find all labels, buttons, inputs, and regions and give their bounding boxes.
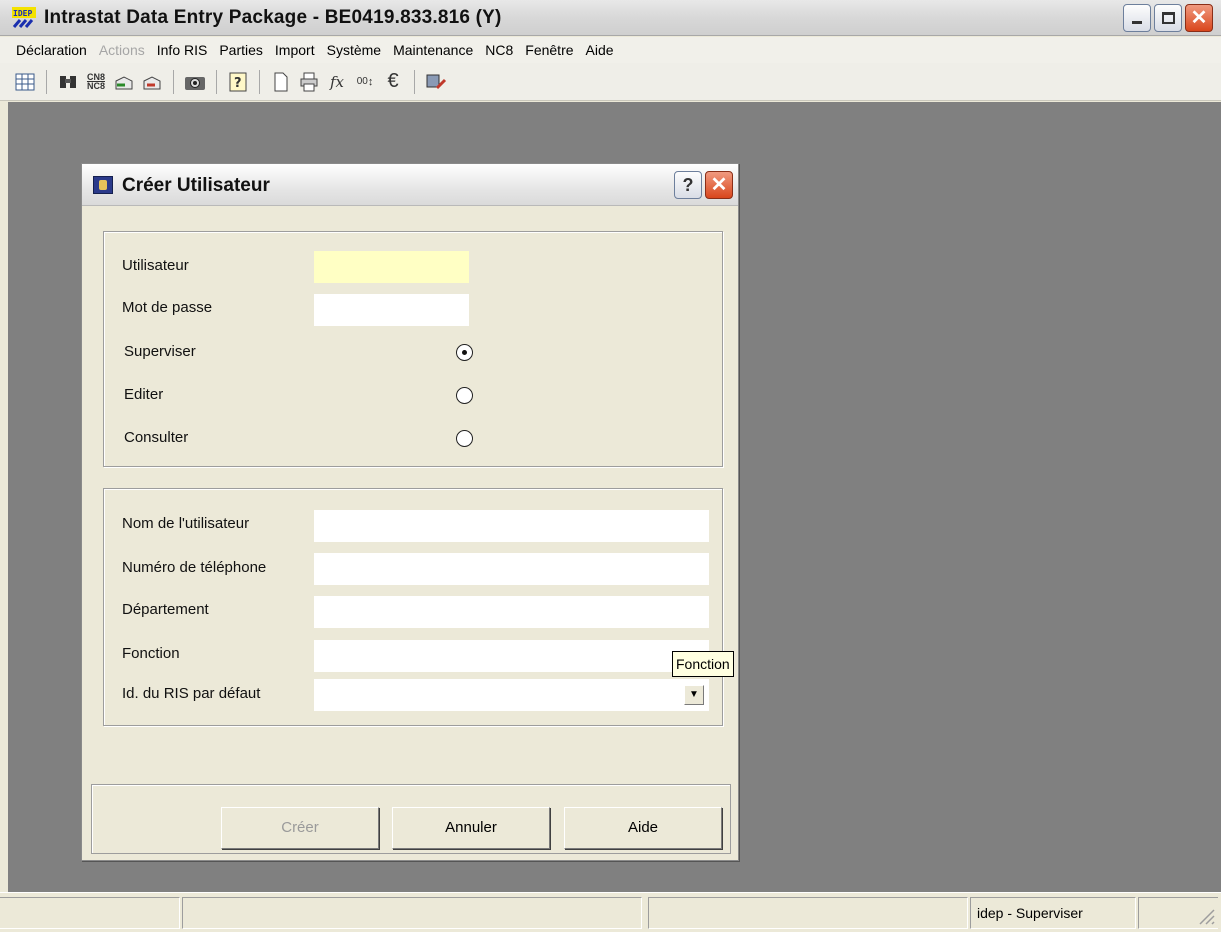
maximize-button[interactable]: [1154, 4, 1182, 32]
help-button[interactable]: Aide: [564, 807, 722, 849]
toolbar: CN8 NC8 ? fx 00 ↕ €: [0, 63, 1221, 101]
dialog-titlebar: Créer Utilisateur ? ✕: [82, 164, 738, 206]
grid-icon[interactable]: [12, 69, 38, 95]
toolbar-separator: [173, 69, 174, 94]
nom-utilisateur-input[interactable]: [314, 510, 709, 542]
status-panel-2: [182, 897, 642, 929]
menu-declaration[interactable]: Déclaration: [10, 42, 93, 58]
minimize-button[interactable]: [1123, 4, 1151, 32]
toolbar-separator: [259, 69, 260, 94]
status-panel-5: [1138, 897, 1218, 929]
fonction-tooltip: Fonction: [672, 651, 734, 677]
status-panel-1: [0, 897, 180, 929]
role-superviser-radio[interactable]: [456, 344, 473, 361]
dialog-button-area: Créer Annuler Aide: [91, 784, 731, 854]
window-controls: ✕: [1123, 4, 1213, 32]
telephone-input[interactable]: [314, 553, 709, 585]
create-user-dialog: Créer Utilisateur ? ✕ Utilisateur Mot de…: [81, 163, 739, 861]
ris-default-select[interactable]: ▼: [314, 679, 709, 711]
menu-aide[interactable]: Aide: [580, 42, 620, 58]
idep-logo-icon: IDEP: [12, 7, 36, 29]
dialog-close-button[interactable]: ✕: [705, 171, 733, 199]
close-window-button[interactable]: ✕: [1185, 4, 1213, 32]
dialog-title: Créer Utilisateur: [122, 175, 270, 196]
export-icon[interactable]: [111, 69, 137, 95]
ris-default-label: Id. du RIS par défaut: [122, 685, 261, 702]
menu-maintenance[interactable]: Maintenance: [387, 42, 479, 58]
toolbar-separator: [46, 69, 47, 94]
telephone-label: Numéro de téléphone: [122, 559, 267, 576]
function-icon[interactable]: fx: [324, 69, 350, 95]
menu-systeme[interactable]: Système: [321, 42, 387, 58]
menu-import[interactable]: Import: [269, 42, 321, 58]
user-edit-icon[interactable]: [423, 69, 449, 95]
credentials-group: Utilisateur Mot de passe Superviser Edit…: [103, 231, 723, 467]
minimize-icon: [1132, 21, 1142, 24]
printer-icon[interactable]: [296, 69, 322, 95]
user-icon: [93, 176, 113, 194]
spin-counter-icon[interactable]: 00 ↕: [352, 69, 378, 95]
dialog-help-button[interactable]: ?: [674, 171, 702, 199]
mot-de-passe-input[interactable]: [314, 294, 469, 326]
maximize-icon: [1162, 12, 1175, 24]
cn8-nc8-icon[interactable]: CN8 NC8: [83, 69, 109, 95]
chevron-down-icon[interactable]: ▼: [684, 685, 704, 705]
fonction-input[interactable]: [314, 640, 709, 672]
menu-bar: Déclaration Actions Info RIS Parties Imp…: [0, 37, 1221, 63]
toolbar-separator: [216, 69, 217, 94]
cancel-button[interactable]: Annuler: [392, 807, 550, 849]
svg-text:?: ?: [234, 76, 242, 91]
close-icon: ✕: [1190, 7, 1208, 29]
status-panel-3: [648, 897, 968, 929]
resize-grip-icon[interactable]: [1196, 906, 1216, 926]
utilisateur-label: Utilisateur: [122, 257, 189, 274]
nom-utilisateur-label: Nom de l'utilisateur: [122, 515, 250, 532]
user-details-group: Nom de l'utilisateur Numéro de téléphone…: [103, 488, 723, 726]
menu-parties[interactable]: Parties: [213, 42, 269, 58]
window-title: Intrastat Data Entry Package - BE0419.83…: [44, 7, 502, 28]
window-titlebar: IDEP Intrastat Data Entry Package - BE04…: [0, 0, 1221, 36]
departement-input[interactable]: [314, 596, 709, 628]
role-consulter-radio[interactable]: [456, 430, 473, 447]
menu-nc8[interactable]: NC8: [479, 42, 519, 58]
new-document-icon[interactable]: [268, 69, 294, 95]
status-user-panel: idep - Superviser: [970, 897, 1136, 929]
import-icon[interactable]: [139, 69, 165, 95]
binoculars-icon[interactable]: [55, 69, 81, 95]
utilisateur-input[interactable]: [314, 251, 469, 283]
camera-icon[interactable]: [182, 69, 208, 95]
menu-fenetre[interactable]: Fenêtre: [519, 42, 579, 58]
role-consulter-label: Consulter: [124, 429, 189, 446]
menu-info-ris[interactable]: Info RIS: [151, 42, 214, 58]
departement-label: Département: [122, 601, 209, 618]
mot-de-passe-label: Mot de passe: [122, 299, 213, 316]
svg-text:IDEP: IDEP: [13, 9, 32, 18]
create-button: Créer: [221, 807, 379, 849]
role-superviser-label: Superviser: [124, 343, 196, 360]
role-editer-radio[interactable]: [456, 387, 473, 404]
help-icon[interactable]: ?: [225, 69, 251, 95]
toolbar-separator: [414, 69, 415, 94]
menu-actions: Actions: [98, 42, 145, 58]
status-bar: idep - Superviser: [0, 892, 1221, 932]
fonction-label: Fonction: [122, 645, 180, 662]
role-editer-label: Editer: [124, 386, 164, 403]
euro-icon[interactable]: €: [380, 69, 406, 95]
